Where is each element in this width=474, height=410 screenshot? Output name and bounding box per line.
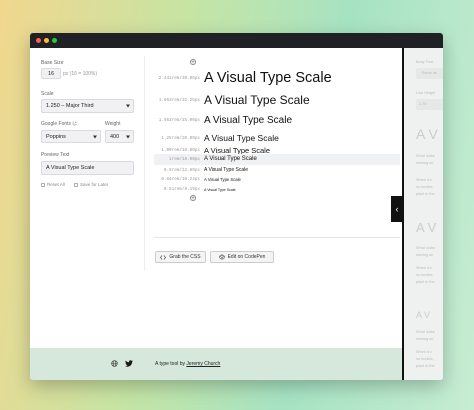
preview-heading: A V bbox=[416, 220, 437, 235]
scale-row-meta: 0.51rem/8.19px bbox=[163, 187, 200, 192]
globe-icon[interactable] bbox=[111, 360, 118, 367]
reset-icon bbox=[41, 182, 45, 187]
base-size-label: Base Size bbox=[41, 60, 64, 66]
add-smaller-step-button[interactable]: + bbox=[190, 195, 196, 202]
sidebar-divider bbox=[144, 56, 145, 271]
preview-paragraph: When it c bbox=[416, 350, 432, 354]
codepen-label: Edit on CodePen bbox=[227, 254, 266, 260]
base-size-input[interactable]: 16 bbox=[41, 68, 61, 79]
preview-paragraph: What looks bbox=[416, 154, 435, 158]
toggle-preview-button[interactable]: ‹ bbox=[391, 196, 403, 222]
code-icon bbox=[160, 254, 167, 260]
scale-row: 0.64rem/10.24px A Visual Type Scale bbox=[148, 177, 241, 182]
weight-value: 400 bbox=[110, 133, 120, 140]
scale-row-meta: 1.00rem/16.00px bbox=[161, 148, 200, 153]
footer: A type tool by Jeremy Church bbox=[30, 348, 402, 380]
preview-text-label: Preview Text bbox=[41, 152, 70, 158]
browser-window: Base Size 16 px (16 = 100%) Scale 1.250 … bbox=[30, 33, 443, 380]
chevron-left-icon: ‹ bbox=[395, 204, 399, 214]
grab-css-label: Grab the CSS bbox=[169, 254, 201, 260]
preview-heading: A V bbox=[416, 310, 431, 320]
preview-field-label: Line Height bbox=[416, 91, 436, 95]
edit-on-codepen-button[interactable]: Edit on CodePen bbox=[210, 251, 274, 263]
scale-row: 1.953rem/31.25px A Visual Type Scale bbox=[148, 93, 310, 107]
chevron-down-icon bbox=[126, 135, 130, 138]
base-size-unit: px (16 = 100%) bbox=[63, 71, 98, 77]
scale-row-sample: A Visual Type Scale bbox=[204, 167, 249, 173]
scale-row-sample: A Visual Type Scale bbox=[204, 177, 241, 182]
scale-row-sample: A Visual Type Scale bbox=[204, 70, 332, 86]
scale-row-meta: 1.953rem/31.25px bbox=[158, 97, 200, 103]
preview-paragraph: moving ac bbox=[416, 161, 434, 165]
google-fonts-label-text: Google Fonts bbox=[41, 121, 72, 127]
external-link-icon[interactable] bbox=[72, 121, 77, 126]
scale-select-value: 1.250 – Major Third bbox=[46, 103, 94, 109]
preview-line-height-input[interactable]: 1.75 bbox=[416, 99, 443, 110]
grab-css-button[interactable]: Grab the CSS bbox=[155, 251, 206, 263]
scale-row: 0.8rem/12.80px A Visual Type Scale bbox=[148, 167, 248, 173]
scale-row-sample: A Visual Type Scale bbox=[204, 115, 293, 126]
preview-paragraph: When it c bbox=[416, 266, 432, 270]
scale-row-meta: 1.563rem/25.00px bbox=[158, 118, 200, 123]
preview-line-height-value: 1.75 bbox=[419, 102, 427, 106]
preview-paragraph: moving ac bbox=[416, 337, 434, 341]
scale-row-sample: A Visual Type Scale bbox=[204, 156, 257, 162]
weight-select[interactable]: 400 bbox=[105, 130, 134, 143]
footer-credit-prefix: A type tool by bbox=[155, 361, 186, 367]
preview-paragraph: When it c bbox=[416, 178, 432, 182]
scale-row: 1.25rem/20.00px A Visual Type Scale bbox=[148, 133, 279, 143]
google-fonts-label: Google Fonts bbox=[41, 121, 77, 127]
minimize-window-button[interactable] bbox=[44, 38, 49, 43]
reset-all-button[interactable]: Reset All bbox=[41, 182, 65, 187]
title-bar bbox=[30, 33, 443, 48]
scale-row-meta: 0.8rem/12.80px bbox=[163, 167, 200, 173]
preview-paragraph: plant in the bbox=[416, 192, 435, 196]
scale-divider bbox=[154, 237, 400, 238]
preview-text-input[interactable]: A Visual Type Scale bbox=[41, 161, 134, 175]
twitter-icon[interactable] bbox=[125, 360, 133, 367]
scale-row: 1.563rem/25.00px A Visual Type Scale bbox=[148, 115, 292, 126]
scale-row-meta: 1rem/16.00px bbox=[169, 156, 200, 162]
footer-credit: A type tool by Jeremy Church bbox=[155, 361, 220, 367]
font-family-value: Poppins bbox=[46, 133, 66, 140]
reset-all-label: Reset All bbox=[47, 182, 65, 187]
preview-heading: A V bbox=[416, 126, 438, 142]
scale-row-base: 1rem/16.00px A Visual Type Scale bbox=[148, 156, 257, 162]
preview-body-font-select[interactable]: Same as bbox=[416, 68, 443, 79]
preview-paragraph: What looks bbox=[416, 246, 435, 250]
close-window-button[interactable] bbox=[36, 38, 41, 43]
scale-row-sample: A Visual Type Scale bbox=[204, 93, 310, 107]
save-for-later-label: Save for Later bbox=[80, 182, 109, 187]
scale-row: 0.51rem/8.19px A Visual Type Scale bbox=[148, 187, 236, 192]
type-scale-panel: Base Size 16 px (16 = 100%) Scale 1.250 … bbox=[30, 48, 402, 348]
preview-paragraph: no bodies, bbox=[416, 357, 434, 361]
scale-select[interactable]: 1.250 – Major Third bbox=[41, 99, 134, 113]
codepen-icon bbox=[218, 254, 225, 260]
font-family-select[interactable]: Poppins bbox=[41, 130, 101, 143]
maximize-window-button[interactable] bbox=[52, 38, 57, 43]
preview-field-label: Body Font bbox=[416, 60, 434, 64]
preview-paragraph: no bodies, bbox=[416, 185, 434, 189]
scale-label: Scale bbox=[41, 91, 54, 97]
add-larger-step-button[interactable]: + bbox=[190, 59, 196, 66]
scale-row: 2.441rem/39.06px A Visual Type Scale bbox=[148, 70, 332, 86]
author-link[interactable]: Jeremy Church bbox=[186, 361, 220, 367]
preview-body-font-value: Same as bbox=[422, 71, 437, 75]
preview-paragraph: plant in the bbox=[416, 364, 435, 368]
chevron-down-icon bbox=[93, 135, 97, 138]
preview-paragraph: What looks bbox=[416, 330, 435, 334]
preview-panel: Body Font Same as Line Height 1.75 A V W… bbox=[402, 48, 443, 380]
preview-paragraph: no bodies, bbox=[416, 273, 434, 277]
scale-row-meta: 1.25rem/20.00px bbox=[161, 135, 200, 141]
scale-row-sample: A Visual Type Scale bbox=[204, 133, 279, 143]
checkbox-icon bbox=[74, 182, 78, 187]
save-for-later-checkbox[interactable]: Save for Later bbox=[74, 182, 108, 187]
chevron-down-icon bbox=[126, 104, 130, 108]
scale-row-meta: 0.64rem/10.24px bbox=[161, 177, 200, 182]
preview-paragraph: plant in the bbox=[416, 280, 435, 284]
scale-row-meta: 2.441rem/39.06px bbox=[158, 75, 200, 81]
preview-paragraph: moving ac bbox=[416, 253, 434, 257]
weight-label: Weight bbox=[105, 121, 121, 127]
scale-row-sample: A Visual Type Scale bbox=[204, 187, 236, 192]
